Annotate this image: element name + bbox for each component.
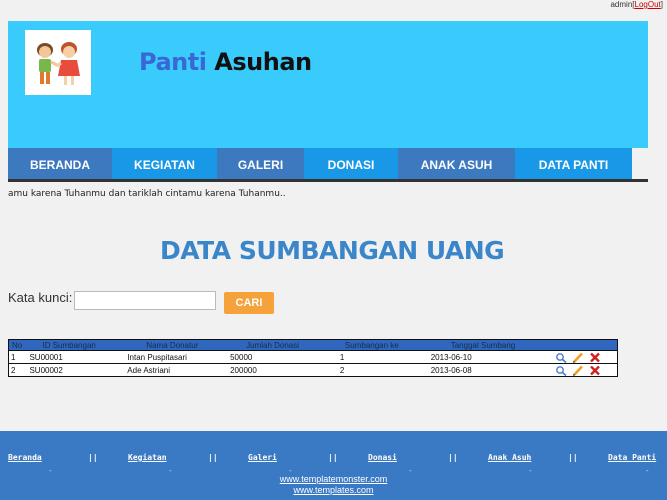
footer-link-anak-asuh[interactable]: Anak Asuh (488, 453, 531, 462)
cell-id: SU00002 (27, 363, 127, 377)
cell-ke: 2 (332, 363, 431, 377)
delete-icon[interactable] (589, 365, 601, 376)
footer-link-donasi[interactable]: Donasi (368, 453, 397, 462)
col-header-tanggal: Tanggal Sumbang (430, 339, 555, 351)
footer-separator: || (448, 453, 458, 462)
col-header-nama: Nama Donatur (126, 339, 231, 351)
cell-nama: Intan Puspitasari (126, 350, 231, 364)
cell-id: SU00001 (27, 350, 127, 364)
cell-nama: Ade Astriani (126, 363, 231, 377)
footer-separator: || (88, 453, 98, 462)
col-header-actions (554, 339, 618, 351)
footer-url-templatemonster[interactable]: www.templatemonster.com (0, 474, 667, 484)
delete-icon[interactable] (589, 352, 601, 363)
cell-ke: 1 (332, 350, 431, 364)
col-header-id: ID Sumbangan (27, 339, 127, 351)
footer-link-kegiatan[interactable]: Kegiatan (128, 453, 167, 462)
col-header-ke: Sumbangan ke (332, 339, 431, 351)
footer-link-data-panti[interactable]: Data Panti (608, 453, 656, 462)
edit-icon[interactable] (572, 352, 584, 363)
footer-separator: || (328, 453, 338, 462)
logo (25, 30, 91, 95)
nav-item-data-panti[interactable]: DATA PANTI (515, 148, 632, 179)
cell-tanggal: 2013-06-08 (430, 363, 555, 377)
site-header (8, 21, 648, 148)
admin-username: admin (610, 0, 633, 9)
nav-divider (8, 179, 648, 182)
site-title: Panti Asuhan (139, 48, 312, 76)
view-icon[interactable] (555, 352, 567, 363)
footer-link-galeri[interactable]: Galeri (248, 453, 277, 462)
logout-link[interactable]: LogOut (635, 0, 661, 9)
table-row: 2 SU00002 Ade Astriani 200000 2 2013-06-… (8, 363, 618, 377)
cell-tanggal: 2013-06-10 (430, 350, 555, 364)
cell-jumlah: 200000 (230, 363, 333, 377)
nav-item-donasi[interactable]: DONASI (304, 148, 398, 179)
donation-table: No ID Sumbangan Nama Donatur Jumlah Dona… (8, 339, 618, 377)
col-header-jumlah: Jumlah Donasi (230, 339, 333, 351)
site-title-part2: Asuhan (214, 48, 312, 76)
table-row: 1 SU00001 Intan Puspitasari 50000 1 2013… (8, 350, 618, 364)
footer-link-beranda[interactable]: Beranda (8, 453, 42, 462)
marquee-text: amu karena Tuhanmu dan tariklah cintamu … (8, 189, 286, 199)
nav-item-galeri[interactable]: GALERI (217, 148, 304, 179)
cell-actions (554, 350, 618, 364)
table-header-row: No ID Sumbangan Nama Donatur Jumlah Dona… (8, 339, 618, 351)
bracket-close: ] (660, 0, 663, 9)
nav-item-anak-asuh[interactable]: ANAK ASUH (398, 148, 515, 179)
edit-icon[interactable] (572, 365, 584, 376)
main-nav: BERANDA KEGIATAN GALERI DONASI ANAK ASUH… (8, 148, 632, 180)
col-header-no: No (8, 339, 28, 351)
cell-jumlah: 50000 (230, 350, 333, 364)
nav-item-kegiatan[interactable]: KEGIATAN (112, 148, 217, 179)
search-button[interactable]: CARI (224, 292, 274, 314)
footer-separator: || (208, 453, 218, 462)
search-input[interactable] (74, 291, 216, 310)
cell-no: 1 (8, 350, 28, 364)
view-icon[interactable] (555, 365, 567, 376)
cell-actions (554, 363, 618, 377)
admin-bar: admin[LogOut] (610, 0, 663, 9)
site-title-part1: Panti (139, 48, 207, 76)
children-logo-icon (37, 42, 80, 85)
cell-no: 2 (8, 363, 28, 377)
footer-separator: || (568, 453, 578, 462)
nav-item-beranda[interactable]: BERANDA (8, 148, 112, 179)
page-title: DATA SUMBANGAN UANG (160, 236, 505, 265)
search-label: Kata kunci: (8, 290, 73, 305)
footer-url-templates[interactable]: www.templates.com (0, 485, 667, 495)
